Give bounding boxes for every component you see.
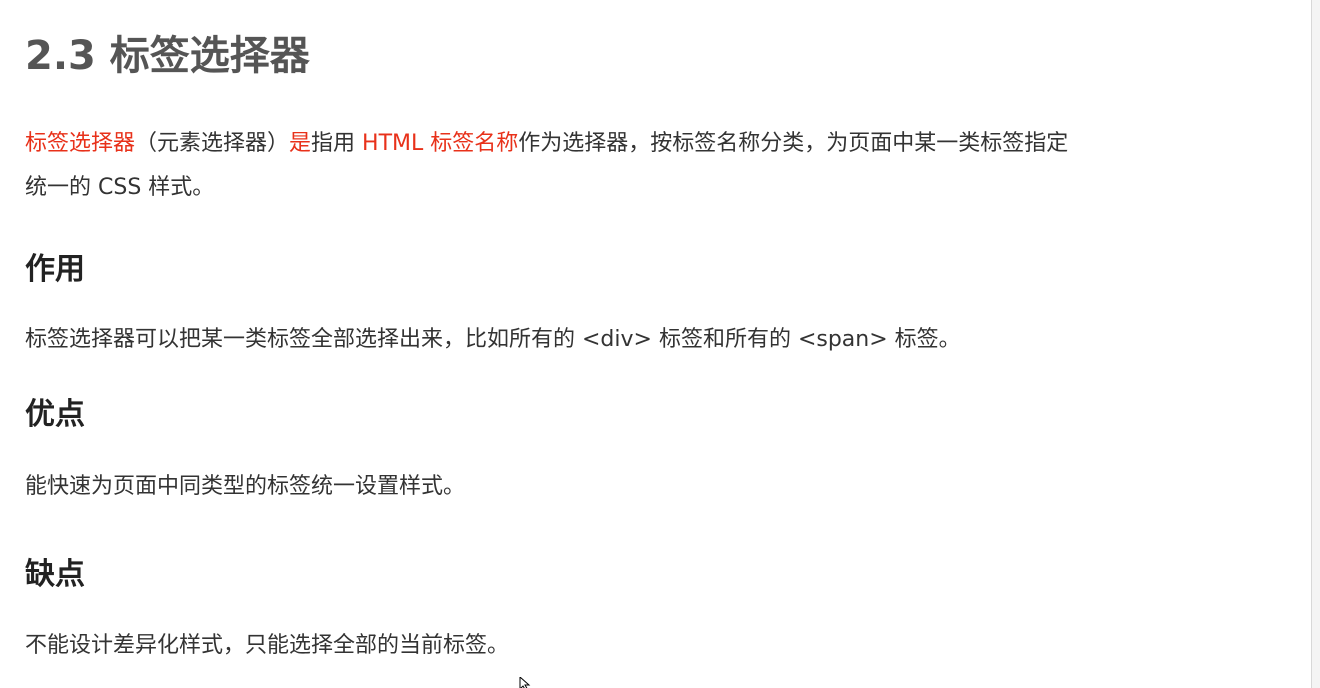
section-heading-pros: 优点 (25, 397, 85, 432)
page-title: 2.3 标签选择器 (25, 33, 310, 79)
intro-verb-highlight: 是 (289, 131, 312, 156)
intro-text-rest: 作为选择器，按标签名称分类，为页面中某一类标签指定 (518, 131, 1069, 156)
window-right-edge (1311, 0, 1320, 688)
section-heading-cons: 缺点 (25, 557, 85, 592)
intro-text: 指用 (311, 131, 363, 156)
section-heading-usage: 作用 (25, 252, 85, 287)
intro-parenthetical: （元素选择器） (135, 131, 290, 156)
intro-line-1: 标签选择器（元素选择器）是指用 HTML 标签名称作为选择器，按标签名称分类，为… (25, 122, 1068, 166)
intro-html-highlight: HTML 标签名称 (362, 131, 519, 156)
section-text-cons: 不能设计差异化样式，只能选择全部的当前标签。 (25, 633, 510, 658)
mouse-cursor-icon (519, 677, 531, 688)
section-text-usage: 标签选择器可以把某一类标签全部选择出来，比如所有的 <div> 标签和所有的 <… (25, 327, 961, 352)
intro-term-highlight: 标签选择器 (25, 131, 136, 156)
document-page: 2.3 标签选择器 标签选择器（元素选择器）是指用 HTML 标签名称作为选择器… (0, 0, 1320, 688)
intro-line-2: 统一的 CSS 样式。 (25, 175, 215, 200)
intro-paragraph: 标签选择器（元素选择器）是指用 HTML 标签名称作为选择器，按标签名称分类，为… (25, 122, 1068, 210)
section-text-pros: 能快速为页面中同类型的标签统一设置样式。 (25, 474, 466, 499)
